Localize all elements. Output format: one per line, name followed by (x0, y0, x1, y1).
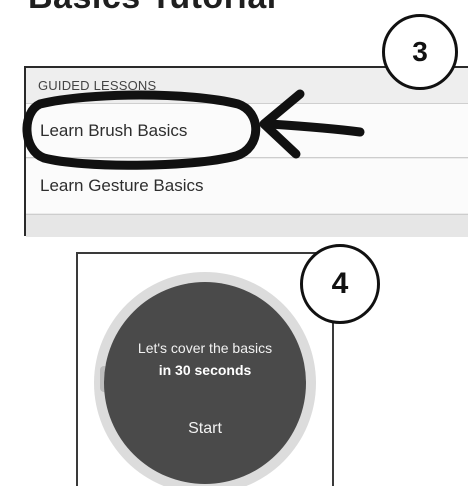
lessons-footer (26, 214, 468, 237)
lesson-item-label: Learn Gesture Basics (40, 176, 204, 195)
lesson-item-brush-basics[interactable]: Learn Brush Basics (26, 104, 468, 158)
step-number-badge: 4 (300, 244, 380, 324)
lesson-item-label: Learn Brush Basics (40, 120, 188, 140)
start-button[interactable]: Start (104, 420, 306, 438)
tutorial-page: Basics Tutorial GUIDED LESSONS Learn Bru… (0, 0, 468, 486)
start-screen-panel: Let's cover the basics in 30 seconds Sta… (76, 252, 334, 486)
intro-text: Let's cover the basics (137, 340, 273, 356)
start-circle-button[interactable] (104, 282, 306, 484)
lesson-item-gesture-basics[interactable]: Learn Gesture Basics (26, 159, 468, 213)
guided-lessons-panel: GUIDED LESSONS Learn Brush Basics Learn … (24, 66, 468, 237)
step-number-badge: 3 (382, 14, 458, 90)
intro-duration-text: in 30 seconds (158, 362, 252, 378)
page-title: Basics Tutorial (28, 0, 277, 17)
